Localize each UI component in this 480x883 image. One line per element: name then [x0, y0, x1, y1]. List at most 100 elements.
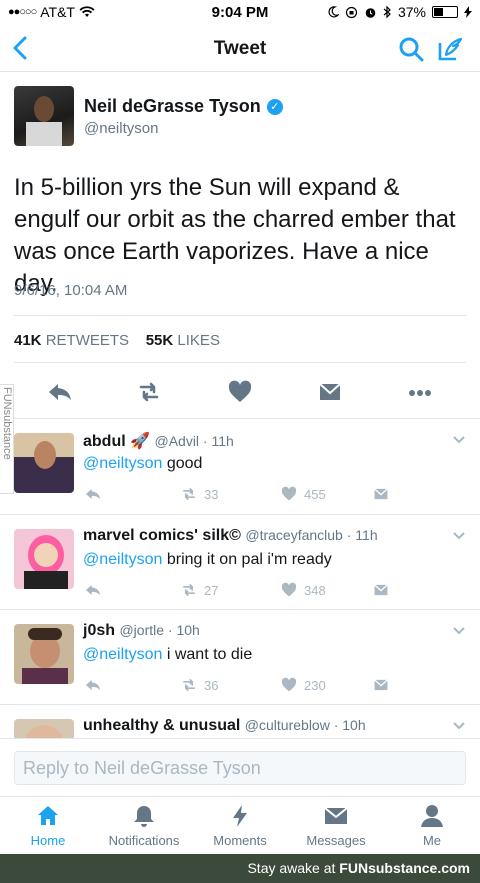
like-action[interactable]: 230 [280, 676, 326, 694]
envelope-icon [324, 807, 348, 824]
divider [14, 315, 466, 316]
reply-header: marvel comics' silk© @traceyfanclub · 11… [83, 527, 378, 545]
footer-text: Stay awake at FUNsubstance.com [247, 860, 470, 876]
reply-icon [85, 679, 101, 691]
retweet-action[interactable]: 33 [180, 485, 218, 503]
status-bar: ●●○○○ AT&T 9:04 PM 37% [0, 0, 480, 24]
message-action[interactable] [372, 581, 390, 599]
bluetooth-icon [383, 5, 391, 19]
tab-bar: Home Notifications Moments Messages Me [0, 796, 480, 854]
retweet-action[interactable]: 27 [180, 581, 218, 599]
chevron-down-icon[interactable] [452, 433, 466, 447]
like-action[interactable]: 455 [280, 485, 326, 503]
reply-composer [0, 738, 480, 796]
reply-author-name: marvel comics' silk© [83, 527, 241, 544]
bell-icon [134, 806, 154, 827]
reply-input[interactable] [14, 751, 466, 785]
retweet-icon [183, 679, 195, 691]
tab-label: Home [30, 833, 66, 848]
nav-bar: Tweet [0, 24, 480, 72]
author-name-row: Neil deGrasse Tyson ✓ [84, 96, 283, 117]
avatar[interactable] [14, 624, 74, 684]
like-count: 348 [304, 582, 326, 598]
mention-link[interactable]: @neiltyson [83, 551, 162, 568]
heart-icon [281, 582, 297, 597]
reply-author-name: j0sh [83, 622, 116, 639]
retweet-icon [183, 584, 195, 596]
home-icon [38, 806, 58, 825]
direct-message-icon[interactable] [316, 378, 344, 406]
tab-label: Notifications [108, 833, 180, 848]
likes-stat[interactable]: 55K LIKES [146, 332, 220, 349]
reply-icon[interactable] [46, 378, 74, 406]
avatar[interactable] [14, 86, 74, 146]
person-icon [421, 805, 443, 827]
chevron-down-icon[interactable] [452, 529, 466, 543]
retweet-icon[interactable] [135, 378, 163, 406]
tab-label: Moments [213, 833, 267, 848]
more-options-icon[interactable] [406, 378, 434, 406]
reply-item[interactable]: marvel comics' silk© @traceyfanclub · 11… [0, 514, 480, 610]
reply-text: @neiltyson good [83, 455, 203, 472]
tab-moments[interactable]: Moments [192, 803, 288, 848]
side-watermark: FUNsubstance [0, 384, 14, 494]
retweet-count: 33 [204, 486, 219, 502]
moon-icon [328, 6, 339, 18]
retweet-count: 36 [204, 677, 219, 693]
tab-label: Messages [306, 833, 366, 848]
reply-icon [85, 488, 101, 500]
battery-percent: 37% [397, 4, 426, 20]
tweet-timestamp: 9/6/16, 10:04 AM [14, 282, 128, 299]
mention-link[interactable]: @neiltyson [83, 646, 162, 663]
avatar[interactable] [14, 433, 74, 493]
tab-me[interactable]: Me [384, 803, 480, 848]
compose-icon[interactable] [436, 35, 464, 63]
chevron-down-icon[interactable] [452, 624, 466, 638]
retweet-action[interactable]: 36 [180, 676, 218, 694]
tab-home[interactable]: Home [0, 803, 96, 848]
tweet-text: In 5-billion yrs the Sun will expand & e… [14, 174, 456, 297]
like-count: 230 [304, 677, 326, 693]
reply-item[interactable]: j0sh @jortle · 10h @neiltyson i want to … [0, 609, 480, 705]
author-handle: @neiltyson [84, 120, 159, 137]
direct-message-icon [374, 679, 388, 691]
reply-action[interactable] [84, 485, 102, 503]
heart-icon [281, 486, 297, 501]
like-action[interactable]: 348 [280, 581, 326, 599]
retweets-stat[interactable]: 41K RETWEETS [14, 332, 129, 349]
tab-notifications[interactable]: Notifications [96, 803, 192, 848]
charging-icon [464, 6, 472, 18]
direct-message-icon [374, 584, 388, 596]
heart-icon [281, 677, 297, 692]
reply-action[interactable] [84, 676, 102, 694]
reply-item[interactable]: unhealthy & unusual @cultureblow · 10h [0, 704, 480, 738]
battery-icon [432, 6, 458, 18]
message-action[interactable] [372, 485, 390, 503]
footer-brand: FUNsubstance.com [339, 860, 470, 876]
reply-icon [85, 584, 101, 596]
retweet-count: 27 [204, 582, 219, 598]
divider [14, 362, 466, 363]
footer-banner: Stay awake at FUNsubstance.com [0, 854, 480, 883]
reply-header: j0sh @jortle · 10h [83, 622, 200, 640]
reply-handle-time: @Advil · 11h [154, 433, 234, 449]
reply-text: @neiltyson i want to die [83, 646, 253, 663]
avatar[interactable] [14, 719, 74, 738]
like-count: 455 [304, 486, 326, 502]
mention-link[interactable]: @neiltyson [83, 455, 162, 472]
chevron-down-icon[interactable] [452, 719, 466, 733]
message-action[interactable] [372, 676, 390, 694]
retweet-icon [183, 488, 195, 500]
tab-label: Me [422, 833, 442, 848]
search-icon[interactable] [398, 36, 424, 62]
tab-messages[interactable]: Messages [288, 803, 384, 848]
orientation-lock-icon [345, 6, 358, 18]
reply-item[interactable]: abdul 🚀 @Advil · 11h @neiltyson good 33 … [0, 418, 480, 514]
lightning-icon [233, 805, 247, 827]
avatar[interactable] [14, 529, 74, 589]
reply-header: unhealthy & unusual @cultureblow · 10h [83, 717, 366, 735]
reply-action[interactable] [84, 581, 102, 599]
reply-author-name: abdul 🚀 [83, 433, 151, 450]
heart-icon[interactable] [226, 378, 254, 406]
author-name: Neil deGrasse Tyson [84, 96, 261, 116]
